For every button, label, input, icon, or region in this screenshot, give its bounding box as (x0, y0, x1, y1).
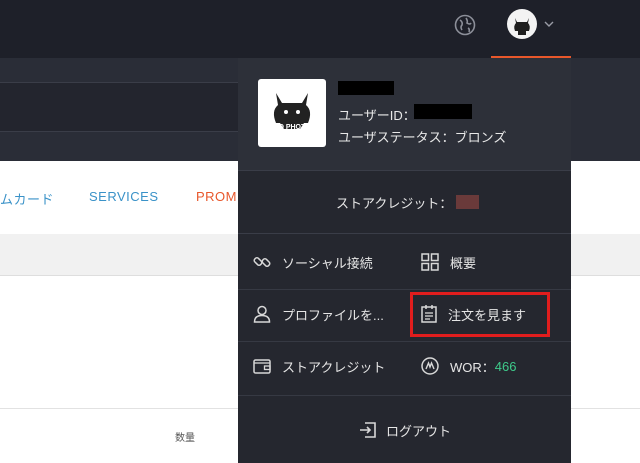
menu-item-store-credit[interactable]: ストアクレジット (252, 338, 385, 394)
user-id-redacted (414, 104, 472, 119)
highlight-box (410, 292, 550, 337)
menu-item-label: ストアクレジット (282, 359, 386, 375)
wallet-icon (253, 359, 271, 374)
nav-link-services[interactable]: SERVICES (89, 189, 159, 204)
account-dropdown-menu: NO PHOTO ユーザーID： ユーザステータス：ブロンズ ストアクレジット：… (238, 58, 571, 463)
user-id-label: ユーザーID： (338, 108, 416, 123)
grid-icon (421, 253, 439, 271)
menu-item-label: プロファイルを... (282, 307, 384, 323)
menu-item-label: ソーシャル接続 (282, 255, 373, 271)
logout-section: ログアウト (238, 395, 571, 463)
store-credit-redacted (456, 195, 479, 209)
nav-link-promo[interactable]: PROM (196, 189, 237, 204)
logout-button[interactable]: ログアウト (358, 420, 451, 440)
monster-placeholder-icon (273, 93, 311, 129)
user-icon (253, 305, 271, 323)
profile-photo: NO PHOTO (258, 79, 326, 147)
nav-link-card[interactable]: ムカード (0, 189, 54, 208)
top-navigation-bar (0, 0, 640, 58)
menu-item-overview[interactable]: 概要 (420, 234, 476, 290)
user-status-label: ユーザステータス：ブロンズ (338, 130, 507, 145)
wor-coin-icon (421, 357, 439, 375)
username-redacted (338, 81, 394, 95)
quantity-column-header: 数量 (175, 433, 195, 444)
profile-summary: NO PHOTO ユーザーID： ユーザステータス：ブロンズ (238, 58, 571, 170)
no-photo-label: NO PHOTO (273, 124, 311, 131)
wor-balance-value: 466 (494, 358, 517, 374)
chevron-down-icon[interactable] (544, 20, 554, 28)
header-strip (0, 82, 240, 132)
monster-avatar-icon (514, 18, 530, 35)
logout-icon (360, 422, 376, 438)
menu-item-profile[interactable]: プロファイルを... (252, 286, 384, 342)
menu-item-wor[interactable]: WOR： 466 (420, 338, 516, 394)
link-icon (253, 256, 271, 268)
menu-item-label: 概要 (450, 255, 477, 271)
menu-item-social-connect[interactable]: ソーシャル接続 (252, 234, 373, 290)
logout-label: ログアウト (386, 423, 452, 439)
user-avatar-button[interactable] (507, 9, 537, 39)
store-credit-summary: ストアクレジット： (238, 170, 571, 234)
store-credit-label: ストアクレジット： (336, 196, 453, 211)
menu-item-label: WOR： (450, 359, 495, 375)
globe-icon[interactable] (454, 14, 476, 36)
